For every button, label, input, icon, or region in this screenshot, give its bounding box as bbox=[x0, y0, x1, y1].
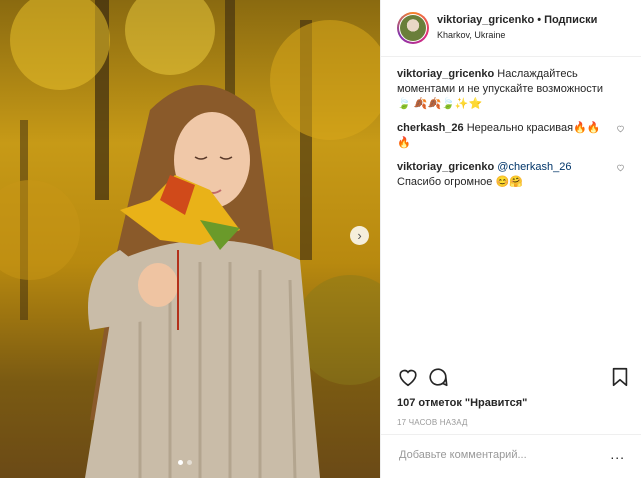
add-comment-bar: ... bbox=[381, 434, 641, 475]
header-username[interactable]: viktoriay_gricenko bbox=[437, 14, 534, 26]
comment-bubble-icon[interactable] bbox=[427, 366, 449, 388]
post-location[interactable]: Kharkov, Ukraine bbox=[437, 28, 597, 43]
caption-comment: viktoriay_gricenko Наслаждайтесь момента… bbox=[397, 67, 625, 112]
comment-mention[interactable]: @cherkash_26 bbox=[497, 161, 571, 173]
photo-illustration bbox=[0, 0, 380, 478]
comments-list: viktoriay_gricenko Наслаждайтесь момента… bbox=[381, 57, 641, 357]
action-bar bbox=[397, 366, 457, 388]
comment-text: Спасибо огромное bbox=[397, 176, 493, 188]
bookmark-icon[interactable] bbox=[609, 366, 631, 388]
comment-emoji: 🍃 🍂🍂🍃✨⭐ bbox=[397, 98, 483, 110]
instagram-post: › viktoriay_gricenko • Подписки Kharkov, U… bbox=[0, 0, 641, 478]
post-sidebar: viktoriay_gricenko • Подписки Kharkov, Ukr… bbox=[380, 0, 641, 478]
avatar[interactable] bbox=[397, 12, 429, 44]
post-timestamp[interactable]: 17 ЧАСОВ НАЗАД bbox=[397, 418, 468, 427]
comment-heart-icon[interactable] bbox=[616, 124, 625, 133]
comment-username[interactable]: viktoriay_gricenko bbox=[397, 68, 494, 80]
comment-emoji: 😊🤗 bbox=[495, 176, 523, 188]
comment-heart-icon[interactable] bbox=[616, 163, 625, 172]
likes-count[interactable]: 107 отметок "Нравится" bbox=[397, 397, 527, 409]
comment-username[interactable]: cherkash_26 bbox=[397, 122, 464, 134]
chevron-right-icon[interactable]: › bbox=[350, 226, 369, 245]
carousel-dot bbox=[187, 460, 192, 465]
list-item-comment: viktoriay_gricenko @cherkash_26 Спасибо … bbox=[397, 160, 625, 190]
carousel-dots bbox=[178, 460, 192, 465]
more-options-icon[interactable]: ... bbox=[610, 447, 625, 461]
post-header: viktoriay_gricenko • Подписки Kharkov, Ukr… bbox=[381, 0, 641, 57]
list-item-comment: cherkash_26 Нереально красивая🔥🔥🔥 bbox=[397, 121, 625, 151]
comment-input[interactable] bbox=[397, 448, 601, 462]
avatar-image bbox=[400, 15, 426, 41]
heart-icon[interactable] bbox=[397, 366, 419, 388]
post-photo[interactable]: › bbox=[0, 0, 380, 478]
carousel-dot-active bbox=[178, 460, 183, 465]
comment-text: Нереально красивая bbox=[466, 122, 574, 134]
following-button[interactable]: Подписки bbox=[544, 14, 597, 26]
header-separator: • bbox=[537, 14, 542, 26]
comment-username[interactable]: viktoriay_gricenko bbox=[397, 161, 494, 173]
